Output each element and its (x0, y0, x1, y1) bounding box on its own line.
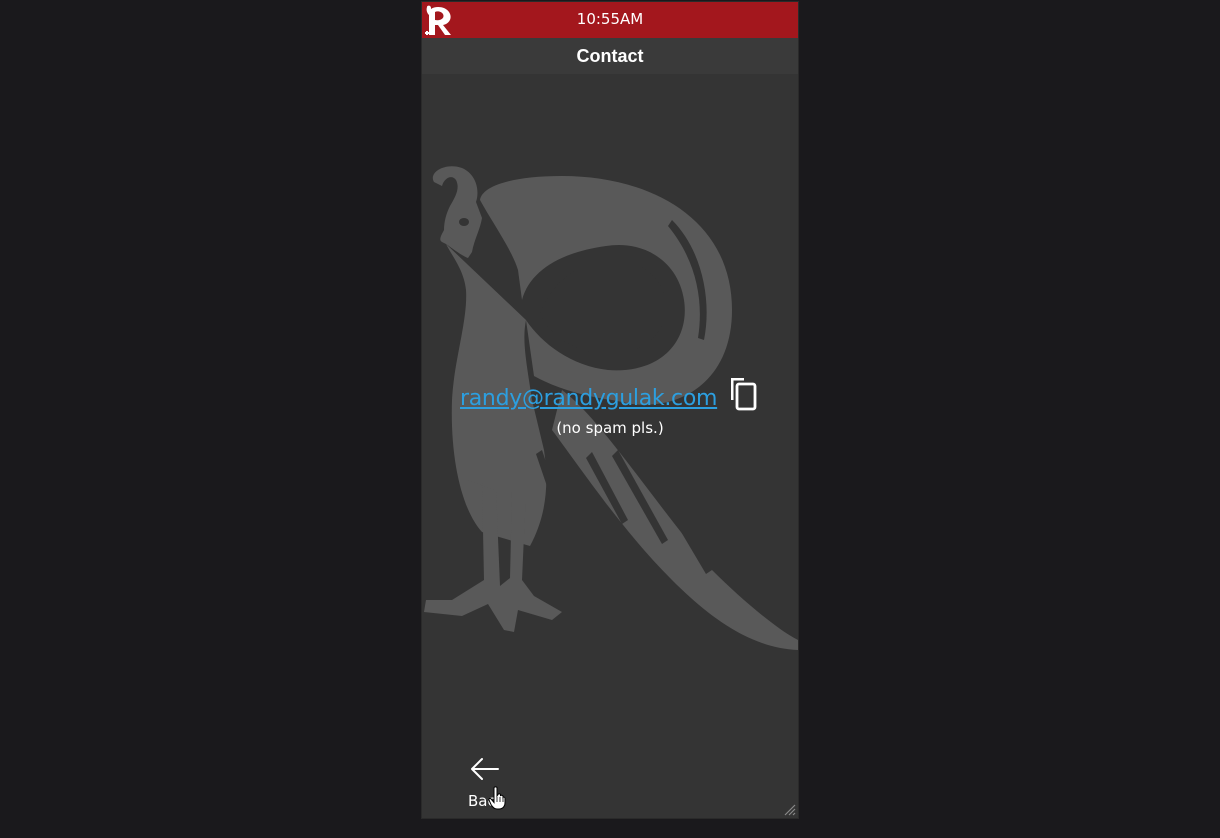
page-title: Contact (576, 46, 644, 66)
status-bar: 10:55AM (422, 2, 798, 38)
email-row: randy@randygulak.com (422, 376, 798, 422)
arrow-left-icon (471, 758, 499, 780)
hand-cursor-icon (488, 786, 506, 810)
email-note: (no spam pls.) (556, 419, 664, 437)
page-header: Contact (422, 38, 798, 74)
status-time: 10:55AM (576, 10, 644, 28)
app-window: 10:55AM Contact randy@randygulak.com (no… (422, 2, 798, 818)
copy-icon[interactable] (728, 376, 758, 412)
resize-grip-icon[interactable] (782, 802, 796, 816)
email-link[interactable]: randy@randygulak.com (460, 386, 717, 411)
